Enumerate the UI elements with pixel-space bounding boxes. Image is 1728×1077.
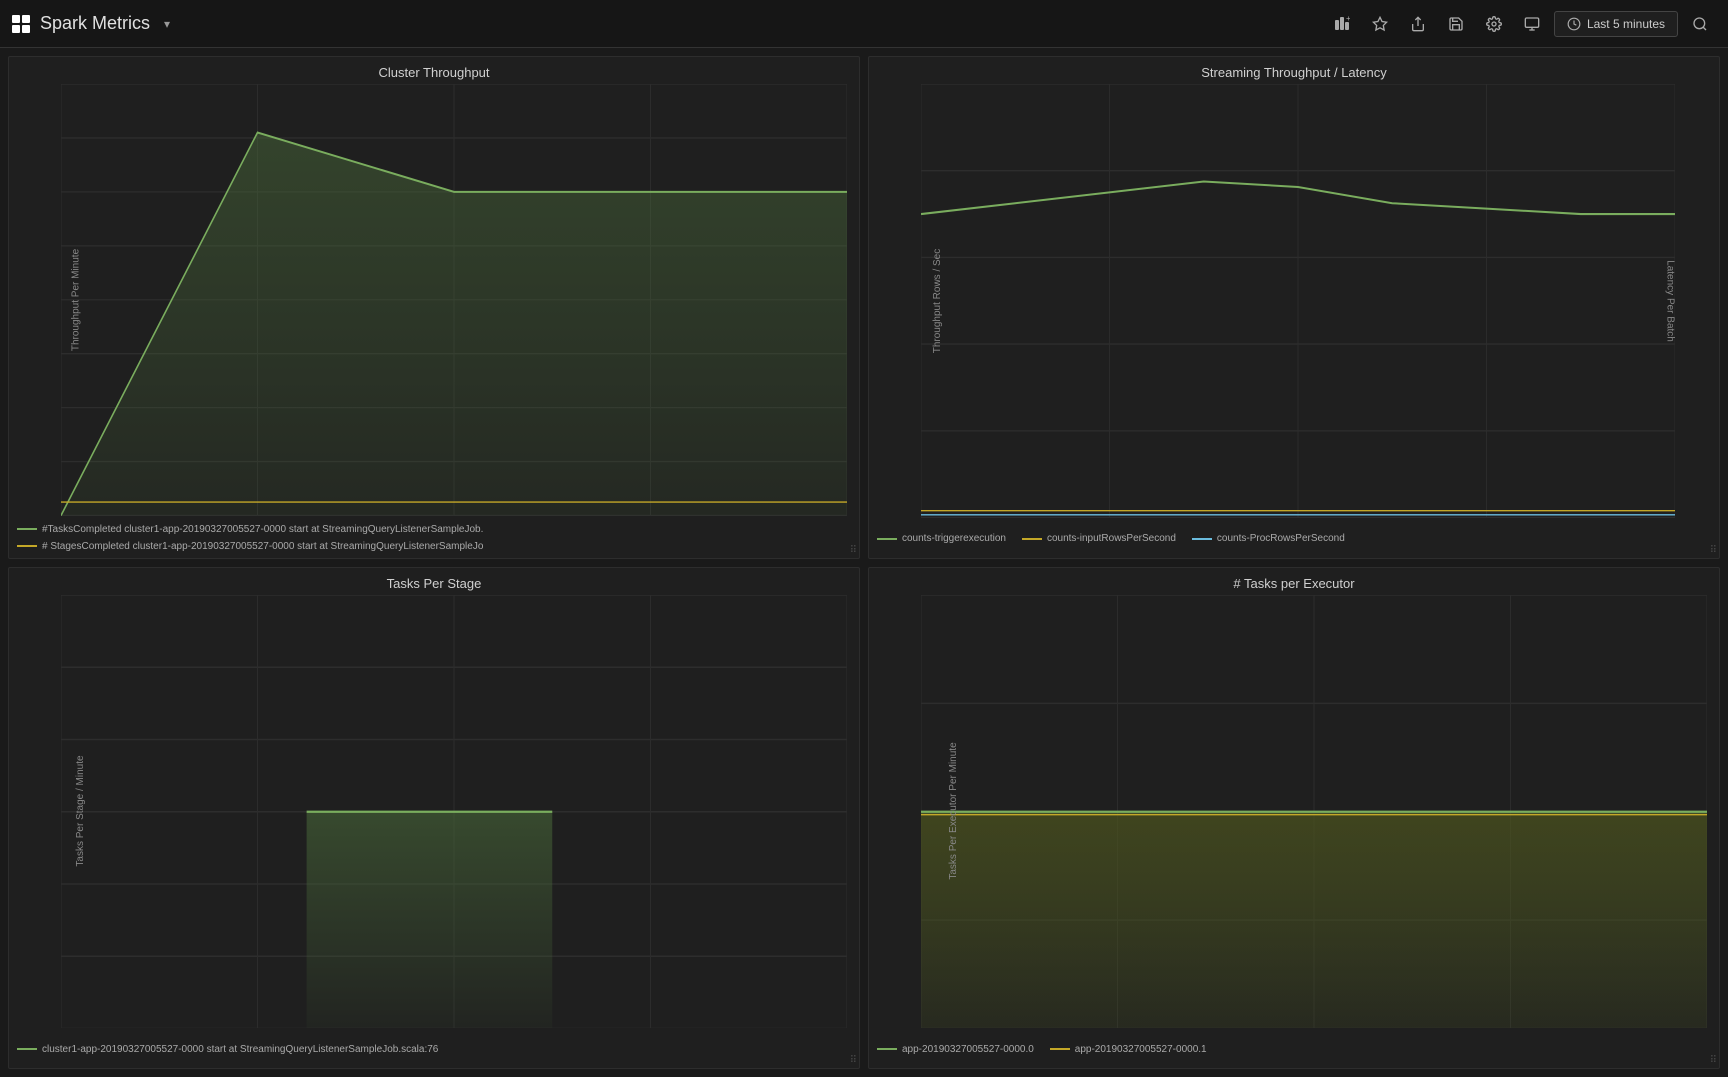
legend-item-2: # StagesCompleted cluster1-app-201903270… <box>17 541 483 552</box>
legend-label-2: # StagesCompleted cluster1-app-201903270… <box>42 541 483 552</box>
panel-resize-3[interactable]: ⠿ <box>850 1055 857 1066</box>
legend-label-trigger: counts-triggerexecution <box>902 533 1006 544</box>
app-icon-sq1 <box>12 15 20 23</box>
legend-item-input: counts-inputRowsPerSecond <box>1022 526 1176 552</box>
streaming-throughput-y-label: Throughput Rows / Sec <box>932 249 943 354</box>
legend-item-proc: counts-ProcRowsPerSecond <box>1192 526 1345 552</box>
legend-line-proc <box>1192 538 1212 540</box>
app-title-caret[interactable]: ▾ <box>164 17 170 31</box>
share-icon <box>1410 16 1426 32</box>
kiosk-icon <box>1524 16 1540 32</box>
streaming-throughput-chart: Throughput Rows / Sec Latency Per Batch … <box>921 84 1675 518</box>
panel-streaming-throughput: Streaming Throughput / Latency Throughpu… <box>868 56 1720 559</box>
tasks-per-stage-title: Tasks Per Stage <box>9 568 859 595</box>
panel-resize-1[interactable]: ⠿ <box>850 545 857 556</box>
legend-line-input <box>1022 538 1042 540</box>
app-icon-sq4 <box>22 25 30 33</box>
legend-label-exec1: app-20190327005527-0000.1 <box>1075 1044 1207 1055</box>
header-right: + <box>1326 10 1716 38</box>
tasks-per-executor-legend: app-20190327005527-0000.0 app-2019032700… <box>869 1032 1719 1068</box>
header: Spark Metrics ▾ + <box>0 0 1728 48</box>
panel-resize-4[interactable]: ⠿ <box>1710 1055 1717 1066</box>
star-button[interactable] <box>1364 10 1396 38</box>
app-title: Spark Metrics <box>40 13 150 34</box>
streaming-throughput-legend: counts-triggerexecution counts-inputRows… <box>869 522 1719 558</box>
add-panel-button[interactable]: + <box>1326 10 1358 38</box>
save-icon <box>1448 16 1464 32</box>
cluster-throughput-legend: #TasksCompleted cluster1-app-20190327005… <box>9 520 859 558</box>
panel-resize-2[interactable]: ⠿ <box>1710 545 1717 556</box>
clock-icon <box>1567 17 1581 31</box>
streaming-throughput-y-right-label: Latency Per Batch <box>1665 260 1676 342</box>
save-button[interactable] <box>1440 10 1472 38</box>
share-button[interactable] <box>1402 10 1434 38</box>
settings-button[interactable] <box>1478 10 1510 38</box>
tasks-per-stage-chart: Tasks Per Stage / Minute 1.3 1.2 <box>61 595 847 1029</box>
tasks-per-stage-legend: cluster1-app-20190327005527-0000 start a… <box>9 1032 859 1068</box>
panel-tasks-per-stage: Tasks Per Stage Tasks Per Stage / Minute <box>8 567 860 1070</box>
tasks-per-executor-svg: 5.0 4.5 4.0 3.5 3.0 17:59 18:00 18:01 18… <box>921 595 1707 1029</box>
legend-line-stage <box>17 1048 37 1050</box>
tasks-per-stage-svg: 1.3 1.2 1.1 1.0 0.9 0.8 0.7 17:59 18:00 … <box>61 595 847 1029</box>
legend-item-exec1: app-20190327005527-0000.1 <box>1050 1036 1207 1062</box>
time-range-label: Last 5 minutes <box>1587 17 1665 31</box>
legend-item-exec0: app-20190327005527-0000.0 <box>877 1036 1034 1062</box>
tasks-per-executor-chart: Tasks Per Executor Per Minute 5.0 4.5 4.… <box>921 595 1707 1029</box>
cluster-throughput-title: Cluster Throughput <box>9 57 859 84</box>
tasks-per-stage-y-label: Tasks Per Stage / Minute <box>75 756 86 867</box>
header-left: Spark Metrics ▾ <box>12 13 170 34</box>
streaming-throughput-svg: 10 K 8 K 6 K 4 K 2 K 0 17:59 18:00 18:01… <box>921 84 1675 518</box>
legend-item-trigger: counts-triggerexecution <box>877 526 1006 552</box>
app-icon-sq3 <box>12 25 20 33</box>
tasks-per-executor-title: # Tasks per Executor <box>869 568 1719 595</box>
svg-text:+: + <box>1346 16 1350 23</box>
streaming-throughput-title: Streaming Throughput / Latency <box>869 57 1719 84</box>
app-icon <box>12 15 30 33</box>
panel-tasks-per-executor: # Tasks per Executor Tasks Per Executor … <box>868 567 1720 1070</box>
legend-line-yellow <box>17 545 37 547</box>
legend-line-exec0 <box>877 1048 897 1050</box>
add-panel-icon: + <box>1334 16 1350 32</box>
cluster-throughput-svg: 512 256 128 64 32 16 8 4 2 17:59 18:00 1… <box>61 84 847 516</box>
legend-label-exec0: app-20190327005527-0000.0 <box>902 1044 1034 1055</box>
tasks-per-executor-y-label: Tasks Per Executor Per Minute <box>948 743 959 880</box>
legend-line-green <box>17 528 37 530</box>
settings-icon <box>1486 16 1502 32</box>
star-icon <box>1372 16 1388 32</box>
legend-label-input: counts-inputRowsPerSecond <box>1047 533 1176 544</box>
legend-label-1: #TasksCompleted cluster1-app-20190327005… <box>42 524 483 535</box>
cluster-throughput-chart: Throughput Per Minute 5 <box>61 84 847 516</box>
legend-label-stage: cluster1-app-20190327005527-0000 start a… <box>42 1044 438 1055</box>
cluster-throughput-y-label: Throughput Per Minute <box>71 249 82 351</box>
panel-cluster-throughput: Cluster Throughput Throughput Per Minute <box>8 56 860 559</box>
app-icon-sq2 <box>22 15 30 23</box>
search-icon <box>1692 16 1708 32</box>
legend-item-1: #TasksCompleted cluster1-app-20190327005… <box>17 524 483 535</box>
dashboard: Cluster Throughput Throughput Per Minute <box>0 48 1728 1077</box>
legend-line-trigger <box>877 538 897 540</box>
search-button[interactable] <box>1684 10 1716 38</box>
legend-item-stage: cluster1-app-20190327005527-0000 start a… <box>17 1036 438 1062</box>
kiosk-button[interactable] <box>1516 10 1548 38</box>
legend-label-proc: counts-ProcRowsPerSecond <box>1217 533 1345 544</box>
legend-line-exec1 <box>1050 1048 1070 1050</box>
time-range-button[interactable]: Last 5 minutes <box>1554 11 1678 37</box>
